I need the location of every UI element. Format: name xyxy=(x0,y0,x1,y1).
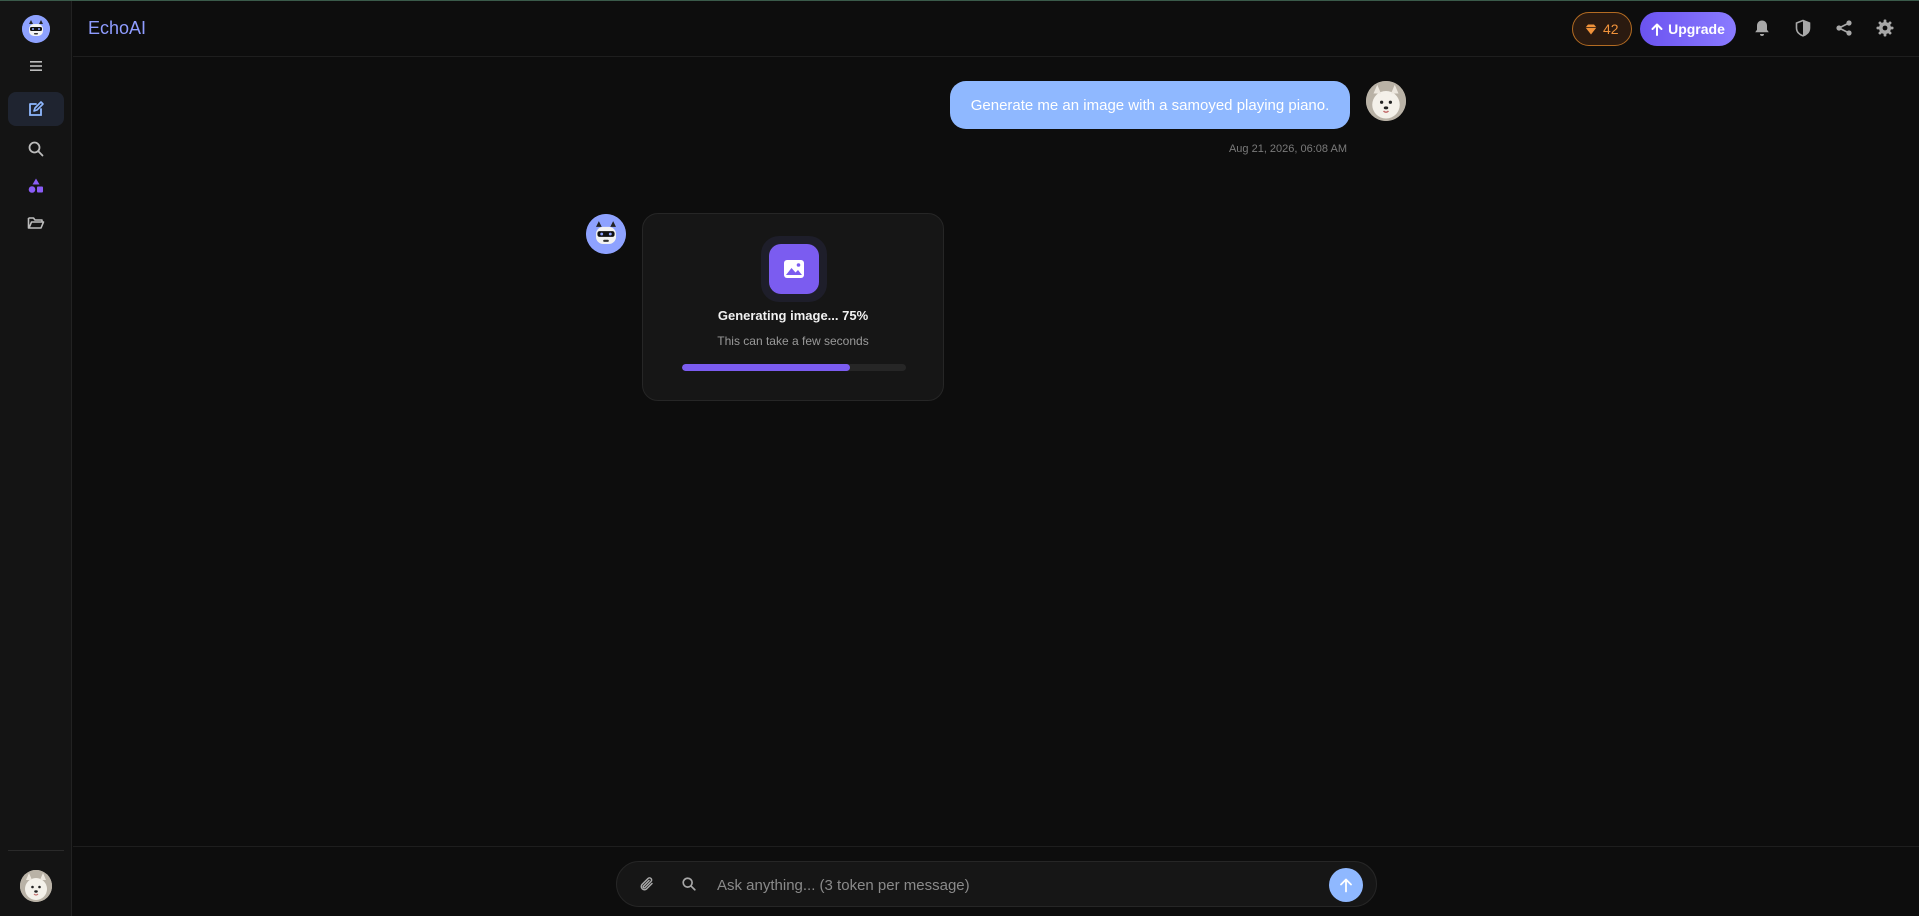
bell-icon xyxy=(1755,20,1769,36)
sidebar-item-new-chat[interactable] xyxy=(8,92,64,126)
share-button[interactable] xyxy=(1833,17,1855,39)
sidebar xyxy=(0,1,72,916)
upgrade-button[interactable]: Upgrade xyxy=(1640,12,1736,46)
gems-count: 42 xyxy=(1603,21,1619,37)
send-button[interactable] xyxy=(1329,868,1363,902)
shield-icon xyxy=(1795,19,1811,37)
brand-title[interactable]: EchoAI xyxy=(88,18,146,39)
sidebar-item-apps[interactable] xyxy=(8,169,64,203)
generation-icon-container xyxy=(761,236,827,302)
message-input[interactable] xyxy=(717,872,1277,898)
bot-mascot-icon xyxy=(22,15,50,43)
user-message-bubble: Generate me an image with a samoyed play… xyxy=(950,81,1350,129)
search-icon xyxy=(28,141,44,157)
app-logo[interactable] xyxy=(22,15,50,43)
profile-avatar[interactable] xyxy=(20,870,52,902)
samoyed-avatar-icon xyxy=(1366,81,1406,121)
gems-badge[interactable]: 42 xyxy=(1572,12,1632,46)
share-icon xyxy=(1836,20,1852,36)
image-icon xyxy=(784,260,804,278)
search-icon xyxy=(682,877,696,891)
settings-button[interactable] xyxy=(1874,17,1896,39)
privacy-button[interactable] xyxy=(1792,17,1814,39)
sidebar-item-search[interactable] xyxy=(8,132,64,166)
sidebar-divider xyxy=(8,850,64,851)
sidebar-toggle-button[interactable] xyxy=(8,49,64,83)
gear-icon xyxy=(1876,19,1894,37)
folder-open-icon xyxy=(27,217,45,229)
generation-progress-bar xyxy=(682,364,906,371)
edit-icon xyxy=(29,101,44,116)
bot-mascot-icon xyxy=(586,214,626,254)
generation-status-subtitle: This can take a few seconds xyxy=(717,334,869,348)
arrow-up-icon xyxy=(1651,23,1663,36)
image-generation-card: Generating image... 75% This can take a … xyxy=(642,213,944,401)
samoyed-avatar-icon xyxy=(20,870,52,902)
user-message-text: Generate me an image with a samoyed play… xyxy=(970,96,1330,114)
gem-icon xyxy=(1585,24,1597,34)
generation-status-title: Generating image... 75% xyxy=(717,308,869,323)
assistant-avatar xyxy=(586,214,626,254)
user-message-avatar xyxy=(1366,81,1406,121)
web-search-button[interactable] xyxy=(679,874,699,894)
arrow-up-icon xyxy=(1340,878,1352,892)
attach-button[interactable] xyxy=(637,874,657,894)
top-header: EchoAI 42 Upgrade xyxy=(73,1,1919,57)
generation-progress-fill xyxy=(682,364,850,371)
message-timestamp: Aug 21, 2026, 06:08 AM xyxy=(1228,143,1347,155)
shapes-icon xyxy=(28,178,43,193)
paperclip-icon xyxy=(640,877,653,891)
menu-icon xyxy=(30,61,42,71)
notifications-button[interactable] xyxy=(1751,17,1773,39)
composer-bar xyxy=(616,861,1377,907)
generation-icon-tile xyxy=(769,244,819,294)
sidebar-item-files[interactable] xyxy=(8,206,64,240)
upgrade-label: Upgrade xyxy=(1668,21,1725,37)
